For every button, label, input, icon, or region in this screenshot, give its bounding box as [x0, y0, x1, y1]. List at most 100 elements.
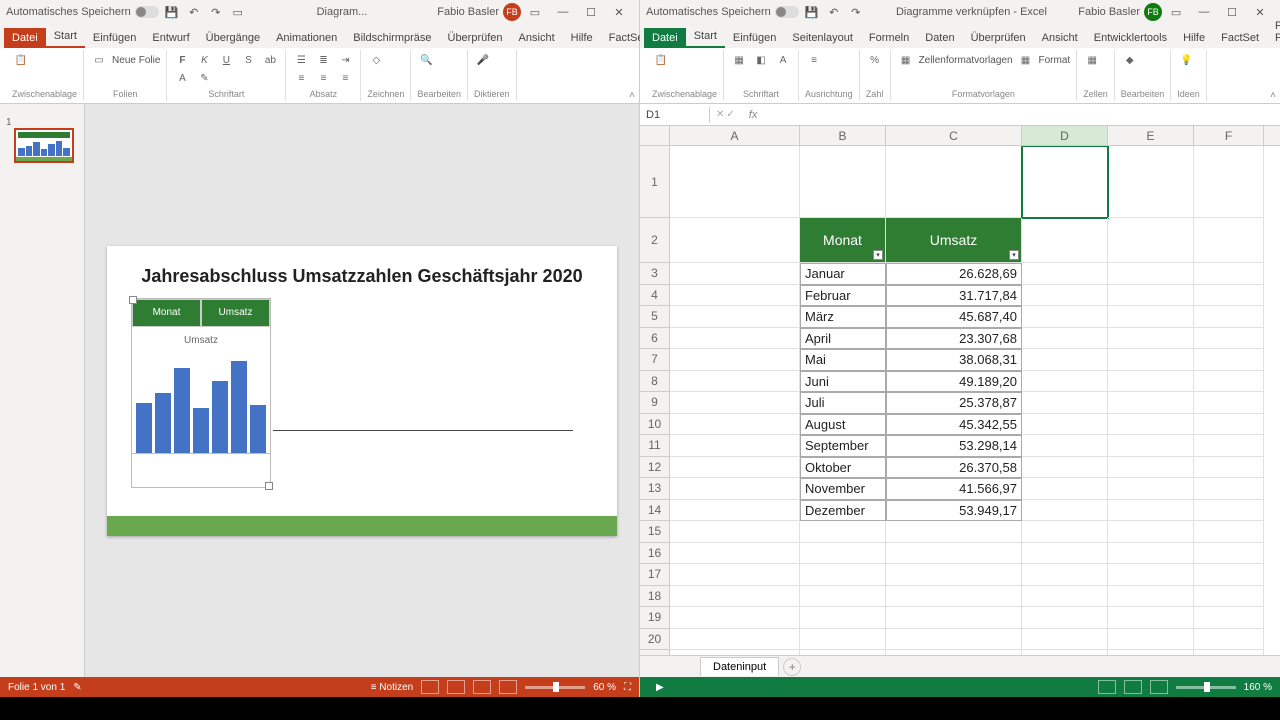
close-icon[interactable]: ✕ — [605, 2, 633, 22]
col-header-c[interactable]: C — [886, 126, 1022, 145]
row-header[interactable]: 18 — [640, 586, 670, 608]
cell[interactable] — [1108, 371, 1194, 393]
col-header-a[interactable]: A — [670, 126, 800, 145]
cell[interactable] — [1022, 543, 1108, 565]
tab-file[interactable]: Datei — [644, 28, 686, 48]
normal-view-button[interactable] — [1098, 680, 1116, 694]
row-header[interactable]: 12 — [640, 457, 670, 479]
cell[interactable] — [670, 586, 800, 608]
tab-factset[interactable]: FactSet — [1213, 28, 1267, 48]
cell[interactable] — [800, 586, 886, 608]
paste-button[interactable]: 📋 — [12, 52, 30, 68]
slide-canvas[interactable]: Jahresabschluss Umsatzzahlen Geschäftsja… — [85, 104, 639, 677]
chart-object[interactable]: Monat Umsatz Umsatz — [131, 298, 271, 488]
cell[interactable] — [1108, 543, 1194, 565]
minimize-icon[interactable]: — — [549, 2, 577, 22]
slide-thumb-1[interactable] — [14, 128, 74, 163]
cell[interactable] — [800, 521, 886, 543]
cell[interactable] — [670, 521, 800, 543]
row-header[interactable]: 14 — [640, 500, 670, 522]
cancel-icon[interactable]: ✕ — [716, 109, 724, 120]
cell[interactable] — [1108, 414, 1194, 436]
cell[interactable] — [1194, 500, 1264, 522]
cell[interactable] — [1022, 435, 1108, 457]
sorter-view-button[interactable] — [447, 680, 465, 694]
tab-help[interactable]: Hilfe — [1175, 28, 1213, 48]
row-header[interactable]: 17 — [640, 564, 670, 586]
cell[interactable] — [1194, 478, 1264, 500]
cell[interactable] — [1194, 263, 1264, 285]
fontcolor-button[interactable]: A — [774, 52, 792, 68]
cell-month[interactable]: Oktober — [800, 457, 886, 479]
cell[interactable] — [1194, 457, 1264, 479]
name-box[interactable]: D1 — [640, 107, 710, 123]
tab-slideshow[interactable]: Bildschirmpräse — [345, 28, 439, 48]
cell[interactable] — [670, 306, 800, 328]
cell[interactable] — [1194, 543, 1264, 565]
tab-powerpivot[interactable]: Power Pivot — [1267, 16, 1280, 48]
cell[interactable] — [670, 414, 800, 436]
row-header[interactable]: 11 — [640, 435, 670, 457]
table-header-month[interactable]: Monat▾ — [800, 218, 886, 263]
row-header[interactable]: 1 — [640, 146, 670, 218]
cell-value[interactable]: 49.189,20 — [886, 371, 1022, 393]
formula-input[interactable] — [765, 107, 1280, 123]
cell-value[interactable]: 53.298,14 — [886, 435, 1022, 457]
cell[interactable] — [1194, 607, 1264, 629]
cell[interactable] — [1022, 629, 1108, 651]
shapes-button[interactable]: ◇ — [367, 52, 385, 68]
cell[interactable] — [670, 285, 800, 307]
shadow-button[interactable]: ab — [261, 52, 279, 68]
cell[interactable] — [1108, 392, 1194, 414]
normal-view-button[interactable] — [421, 680, 439, 694]
cell-d1[interactable] — [1022, 146, 1108, 218]
border-button[interactable]: ▦ — [730, 52, 748, 68]
tab-file[interactable]: Datei — [4, 28, 46, 48]
pagebreak-view-button[interactable] — [1150, 680, 1168, 694]
cell-month[interactable]: Juni — [800, 371, 886, 393]
cell-value[interactable]: 25.378,87 — [886, 392, 1022, 414]
enter-icon[interactable]: ✓ — [726, 109, 734, 120]
cell[interactable] — [1022, 414, 1108, 436]
cell[interactable] — [670, 328, 800, 350]
cell[interactable] — [670, 500, 800, 522]
cell[interactable] — [1108, 478, 1194, 500]
row-header[interactable]: 7 — [640, 349, 670, 371]
align-button[interactable]: ≡ — [805, 52, 823, 68]
maximize-icon[interactable]: ☐ — [577, 2, 605, 22]
cell[interactable] — [1108, 629, 1194, 651]
select-all-corner[interactable] — [640, 126, 670, 145]
col-header-e[interactable]: E — [1108, 126, 1194, 145]
cell[interactable] — [800, 564, 886, 586]
cell[interactable] — [886, 543, 1022, 565]
cell[interactable] — [800, 146, 886, 218]
cell-month[interactable]: März — [800, 306, 886, 328]
row-header[interactable]: 16 — [640, 543, 670, 565]
table-header-value[interactable]: Umsatz▾ — [886, 218, 1022, 263]
tab-review[interactable]: Überprüfen — [440, 28, 511, 48]
cell[interactable] — [1194, 392, 1264, 414]
row-header[interactable]: 20 — [640, 629, 670, 651]
cell[interactable] — [670, 543, 800, 565]
cell[interactable] — [1022, 392, 1108, 414]
row-header[interactable]: 10 — [640, 414, 670, 436]
cell[interactable] — [1022, 564, 1108, 586]
cell-value[interactable]: 45.687,40 — [886, 306, 1022, 328]
tab-help[interactable]: Hilfe — [563, 28, 601, 48]
tab-pagelayout[interactable]: Seitenlayout — [784, 28, 861, 48]
cell[interactable] — [1194, 414, 1264, 436]
cell[interactable] — [1108, 564, 1194, 586]
cell[interactable] — [1194, 285, 1264, 307]
cell[interactable] — [1194, 328, 1264, 350]
cell[interactable] — [670, 435, 800, 457]
cell-month[interactable]: Februar — [800, 285, 886, 307]
cell-month[interactable]: November — [800, 478, 886, 500]
row-header[interactable]: 6 — [640, 328, 670, 350]
undo-icon[interactable]: ↶ — [825, 3, 843, 21]
cell[interactable] — [1022, 263, 1108, 285]
redo-icon[interactable]: ↷ — [207, 3, 225, 21]
add-sheet-button[interactable]: + — [783, 658, 801, 676]
notes-button[interactable]: ≡ Notizen — [371, 682, 414, 693]
cell[interactable] — [1022, 328, 1108, 350]
cell[interactable] — [1194, 349, 1264, 371]
